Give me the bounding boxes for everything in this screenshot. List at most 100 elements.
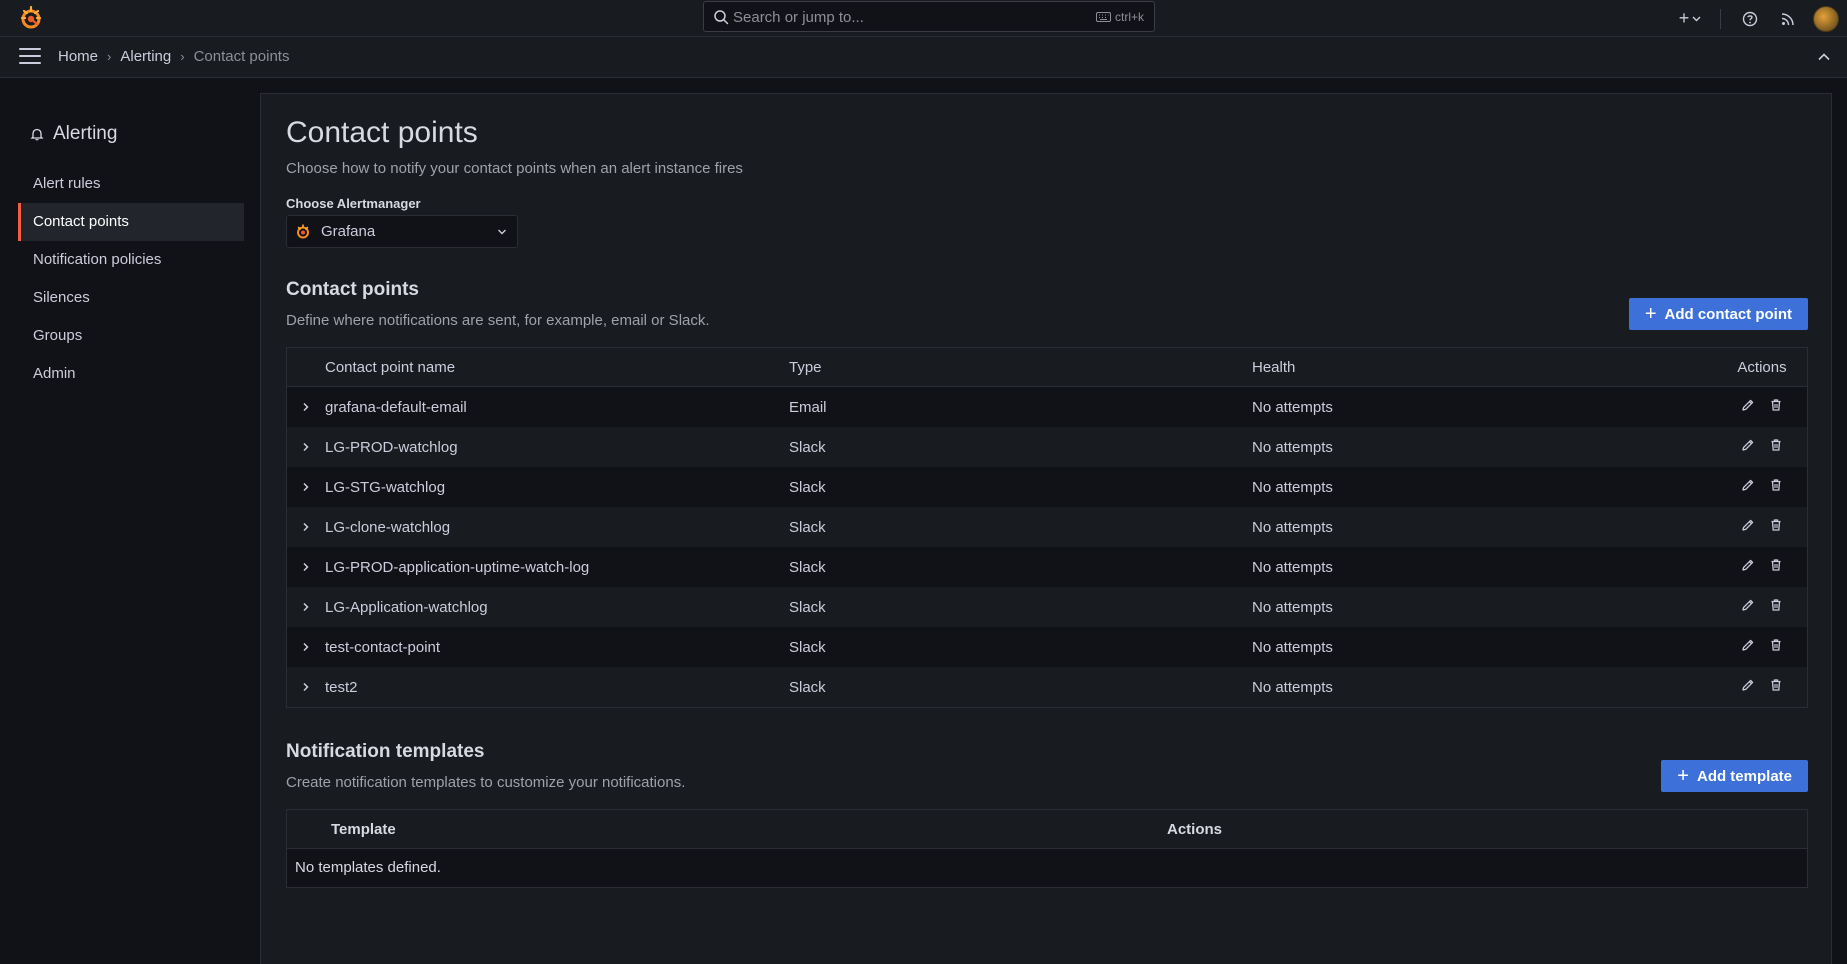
sidebar-item-notification-policies[interactable]: Notification policies	[18, 241, 244, 279]
breadcrumb-separator-icon: ›	[107, 49, 112, 64]
trash-icon[interactable]	[1769, 638, 1783, 652]
chevron-up-icon[interactable]	[1817, 50, 1831, 64]
contact-point-health: No attempts	[1252, 438, 1333, 456]
expand-row-button[interactable]	[287, 602, 325, 612]
delete-button[interactable]	[1769, 518, 1783, 536]
edit-icon[interactable]	[1741, 398, 1755, 412]
templates-table-header: Template Actions	[287, 810, 1807, 849]
contact-point-type: Slack	[789, 638, 826, 656]
news-button[interactable]	[1769, 0, 1807, 37]
delete-button[interactable]	[1769, 598, 1783, 616]
grafana-logo-icon[interactable]	[18, 5, 44, 31]
sidebar: Alerting Alert rules Contact points Noti…	[0, 78, 260, 964]
trash-icon[interactable]	[1769, 438, 1783, 452]
edit-button[interactable]	[1741, 638, 1755, 656]
sidebar-title: Alerting	[30, 123, 117, 145]
trash-icon[interactable]	[1769, 478, 1783, 492]
edit-icon[interactable]	[1741, 598, 1755, 612]
contact-point-health: No attempts	[1252, 638, 1333, 656]
chevron-right-icon	[303, 442, 309, 452]
contact-point-type: Slack	[789, 438, 826, 456]
sidebar-item-groups[interactable]: Groups	[18, 317, 244, 355]
edit-icon[interactable]	[1741, 518, 1755, 532]
sidebar-nav: Alert rules Contact points Notification …	[18, 165, 244, 393]
edit-button[interactable]	[1741, 518, 1755, 536]
table-row: LG-PROD-application-uptime-watch-log Slac…	[287, 547, 1807, 587]
table-row: LG-clone-watchlog Slack No attempts	[287, 507, 1807, 547]
delete-button[interactable]	[1769, 638, 1783, 656]
expand-row-button[interactable]	[287, 562, 325, 572]
trash-icon[interactable]	[1769, 598, 1783, 612]
edit-icon[interactable]	[1741, 558, 1755, 572]
contact-point-type: Slack	[789, 598, 826, 616]
sidebar-item-admin[interactable]: Admin	[18, 355, 244, 393]
edit-icon[interactable]	[1741, 678, 1755, 692]
contact-point-name: LG-PROD-application-uptime-watch-log	[325, 558, 590, 576]
edit-button[interactable]	[1741, 478, 1755, 496]
search-input[interactable]: Search or jump to... ctrl+k	[703, 1, 1155, 32]
chevron-right-icon	[303, 522, 309, 532]
sidebar-item-alert-rules[interactable]: Alert rules	[18, 165, 244, 203]
menu-toggle-button[interactable]	[19, 48, 41, 66]
sidebar-item-contact-points[interactable]: Contact points	[18, 203, 244, 241]
trash-icon[interactable]	[1769, 518, 1783, 532]
chevron-down-icon	[498, 229, 506, 235]
row-actions	[1717, 678, 1807, 696]
table-row: test-contact-point Slack No attempts	[287, 627, 1807, 667]
delete-button[interactable]	[1769, 398, 1783, 416]
edit-icon[interactable]	[1741, 478, 1755, 492]
templates-section-description: Create notification templates to customi…	[286, 774, 686, 791]
delete-button[interactable]	[1769, 558, 1783, 576]
sidebar-item-silences[interactable]: Silences	[18, 279, 244, 317]
help-button[interactable]	[1731, 0, 1769, 37]
contact-point-health: No attempts	[1252, 598, 1333, 616]
templates-empty-state: No templates defined.	[287, 849, 1807, 887]
table-row: LG-STG-watchlog Slack No attempts	[287, 467, 1807, 507]
edit-button[interactable]	[1741, 678, 1755, 696]
trash-icon[interactable]	[1769, 678, 1783, 692]
row-actions	[1717, 478, 1807, 496]
row-actions	[1717, 438, 1807, 456]
breadcrumb-home[interactable]: Home	[58, 48, 98, 65]
add-contact-point-button[interactable]: + Add contact point	[1628, 298, 1808, 330]
edit-button[interactable]	[1741, 438, 1755, 456]
expand-row-button[interactable]	[287, 682, 325, 692]
chevron-right-icon	[303, 682, 309, 692]
contact-points-table: Contact point name Type Health Actions g…	[286, 347, 1808, 708]
alertmanager-select[interactable]: Grafana	[286, 215, 518, 248]
trash-icon[interactable]	[1769, 398, 1783, 412]
delete-button[interactable]	[1769, 678, 1783, 696]
contact-point-health: No attempts	[1252, 678, 1333, 696]
expand-row-button[interactable]	[287, 642, 325, 652]
page-description: Choose how to notify your contact points…	[286, 160, 743, 177]
shortcut-label: ctrl+k	[1114, 10, 1144, 24]
header-type: Type	[789, 358, 822, 376]
expand-row-button[interactable]	[287, 402, 325, 412]
trash-icon[interactable]	[1769, 558, 1783, 572]
plus-icon: +	[1644, 303, 1657, 325]
edit-icon[interactable]	[1741, 638, 1755, 652]
contact-point-type: Slack	[789, 478, 826, 496]
add-new-button[interactable]: +	[1670, 0, 1710, 37]
row-actions	[1717, 598, 1807, 616]
add-contact-point-label: Add contact point	[1664, 305, 1793, 323]
edit-button[interactable]	[1741, 398, 1755, 416]
expand-row-button[interactable]	[287, 482, 325, 492]
edit-button[interactable]	[1741, 598, 1755, 616]
header-actions: Actions	[1737, 358, 1787, 376]
edit-icon[interactable]	[1741, 438, 1755, 452]
header-template: Template	[331, 820, 396, 838]
add-template-label: Add template	[1696, 767, 1792, 785]
add-template-button[interactable]: + Add template	[1661, 760, 1808, 792]
delete-button[interactable]	[1769, 438, 1783, 456]
edit-button[interactable]	[1741, 558, 1755, 576]
chevron-right-icon	[303, 562, 309, 572]
templates-table: Template Actions No templates defined.	[286, 809, 1808, 888]
delete-button[interactable]	[1769, 478, 1783, 496]
expand-row-button[interactable]	[287, 522, 325, 532]
expand-row-button[interactable]	[287, 442, 325, 452]
user-avatar[interactable]	[1813, 5, 1839, 32]
breadcrumb-alerting[interactable]: Alerting	[120, 48, 171, 65]
hamburger-icon-line	[19, 62, 41, 64]
contact-point-name: test2	[325, 678, 358, 696]
